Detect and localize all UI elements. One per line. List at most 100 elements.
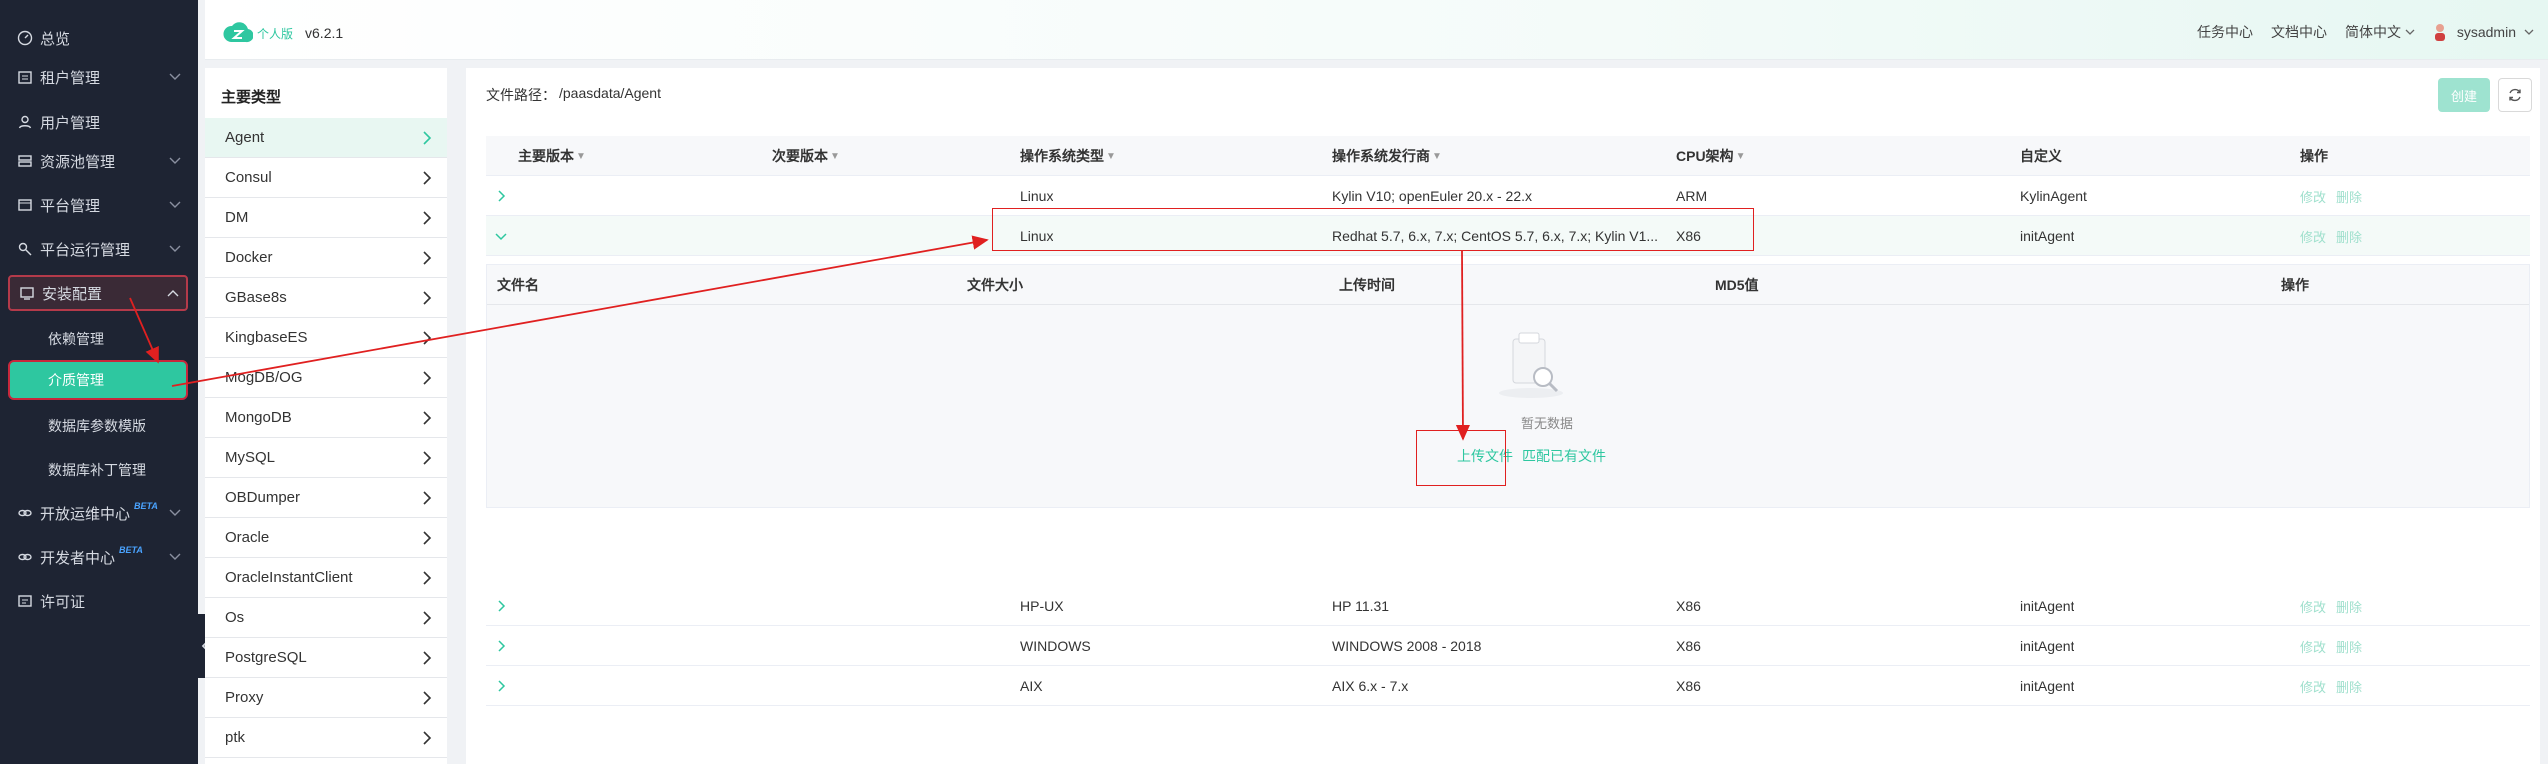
category-item[interactable]: Docker [205, 238, 447, 278]
chevron-right-icon [423, 331, 432, 345]
delete-button[interactable]: 删除 [2336, 187, 2362, 206]
chevron-right-icon[interactable] [494, 679, 508, 693]
category-item[interactable]: KingbaseES [205, 318, 447, 358]
table-row[interactable]: HP-UX HP 11.31 X86 initAgent 修改 删除 [486, 586, 2530, 626]
top-header: 个人版 v6.2.1 任务中心 文档中心 简体中文 sysadmin [205, 0, 2548, 60]
column-header[interactable]: CPU架构 ▼ [1676, 136, 1745, 176]
chevron-down-icon [2524, 29, 2534, 35]
nav-item-user[interactable]: 用户管理 [8, 104, 188, 140]
filter-icon[interactable]: ▼ [1432, 151, 1442, 162]
column-header[interactable]: 操作系统发行商 ▼ [1332, 136, 1442, 176]
user-icon [16, 113, 34, 131]
nav-sub-db-param-template[interactable]: 数据库参数模版 [48, 416, 146, 436]
category-label: DM [225, 209, 249, 226]
column-header: MD5值 [1715, 277, 1759, 293]
header-actions: 任务中心 文档中心 简体中文 sysadmin [2179, 22, 2534, 42]
nav-item-install-config[interactable]: 安装配置 [8, 275, 188, 311]
category-label: Agent [225, 129, 265, 146]
chevron-right-icon[interactable] [494, 189, 508, 203]
app-logo[interactable]: 个人版 v6.2.1 [223, 20, 343, 46]
nav-label: 用户管理 [40, 114, 101, 132]
category-item[interactable]: MongoDB [205, 398, 447, 438]
create-button[interactable]: 创建 [2438, 78, 2490, 112]
category-item[interactable]: Os [205, 598, 447, 638]
category-item[interactable]: OBDumper [205, 478, 447, 518]
refresh-button[interactable] [2498, 78, 2532, 112]
category-item[interactable]: DM [205, 198, 447, 238]
table-row[interactable]: AIX AIX 6.x - 7.x X86 initAgent 修改 删除 [486, 666, 2530, 706]
category-item[interactable]: MogDB/OG [205, 358, 447, 398]
cpu-arch-cell: X86 [1676, 228, 1701, 244]
chevron-down-icon [169, 245, 181, 252]
chevron-down-icon[interactable] [494, 229, 508, 243]
chevron-right-icon [423, 451, 432, 465]
column-header[interactable]: 主要版本 ▼ [518, 136, 586, 176]
custom-cell: initAgent [2020, 638, 2075, 654]
category-label: Consul [225, 169, 272, 186]
chevron-right-icon[interactable] [494, 639, 508, 653]
edition-badge: 个人版 [257, 26, 294, 41]
filter-icon[interactable]: ▼ [1736, 151, 1746, 162]
table-row[interactable]: Linux Redhat 5.7, 6.x, 7.x; CentOS 5.7, 6… [486, 216, 2530, 256]
filter-icon[interactable]: ▼ [1106, 151, 1116, 162]
category-item[interactable]: Proxy [205, 678, 447, 718]
nav-label: 许可证 [40, 593, 86, 611]
category-label: GBase8s [225, 289, 287, 306]
category-label: MongoDB [225, 409, 292, 426]
nav-sub-db-patch[interactable]: 数据库补丁管理 [48, 460, 146, 480]
nav-item-developer[interactable]: 开发者中心 BETA [8, 539, 188, 575]
expanded-file-table: 文件名 文件大小 上传时间 MD5值 操作 暂无数据 上传文件 匹配已有文件 [486, 264, 2530, 508]
edit-button[interactable]: 修改 [2300, 227, 2326, 246]
chevron-right-icon [423, 131, 432, 145]
nav-item-tenant[interactable]: 租户管理 [8, 59, 188, 95]
platform-icon [16, 196, 34, 214]
chevron-right-icon [423, 651, 432, 665]
table-row[interactable]: WINDOWS WINDOWS 2008 - 2018 X86 initAgent 修改… [486, 626, 2530, 666]
nav-sub-dependency[interactable]: 依赖管理 [48, 329, 104, 349]
category-item[interactable]: ptk [205, 718, 447, 758]
path-label: 文件路径： [486, 87, 556, 103]
username: sysadmin [2456, 24, 2516, 40]
resource-icon [16, 152, 34, 170]
nav-item-license[interactable]: 许可证 [8, 583, 188, 619]
doc-center-link[interactable]: 文档中心 [2271, 22, 2327, 42]
category-item[interactable]: MySQL [205, 438, 447, 478]
column-header[interactable]: 操作系统类型 ▼ [1020, 136, 1116, 176]
category-item[interactable]: Agent [205, 118, 447, 158]
nav-sub-media[interactable]: 介质管理 [8, 360, 188, 400]
edit-button[interactable]: 修改 [2300, 677, 2326, 696]
delete-button[interactable]: 删除 [2336, 677, 2362, 696]
category-label: PostgreSQL [225, 649, 307, 666]
delete-button[interactable]: 删除 [2336, 637, 2362, 656]
task-center-link[interactable]: 任务中心 [2197, 22, 2253, 42]
edit-button[interactable]: 修改 [2300, 637, 2326, 656]
user-menu[interactable]: sysadmin [2433, 23, 2534, 41]
edit-button[interactable]: 修改 [2300, 187, 2326, 206]
chevron-right-icon[interactable] [494, 599, 508, 613]
table-row[interactable]: Linux Kylin V10; openEuler 20.x - 22.x ARM… [486, 176, 2530, 216]
nav-item-open-ops[interactable]: 开放运维中心 BETA [8, 495, 188, 531]
nav-item-platform-ops[interactable]: 平台运行管理 [8, 231, 188, 267]
nav-item-platform[interactable]: 平台管理 [8, 187, 188, 223]
delete-button[interactable]: 删除 [2336, 597, 2362, 616]
filter-icon[interactable]: ▼ [576, 151, 586, 162]
nav-item-resource[interactable]: 资源池管理 [8, 143, 188, 179]
upload-file-button[interactable]: 上传文件 [1457, 446, 1513, 466]
filter-icon[interactable]: ▼ [830, 151, 840, 162]
row-actions: 修改 删除 [2300, 666, 2372, 706]
chevron-down-icon [169, 553, 181, 560]
column-header[interactable]: 次要版本 ▼ [772, 136, 840, 176]
language-select[interactable]: 简体中文 [2345, 22, 2415, 42]
category-item[interactable]: OracleInstantClient [205, 558, 447, 598]
category-item[interactable]: Oracle [205, 518, 447, 558]
match-existing-file-button[interactable]: 匹配已有文件 [1522, 446, 1606, 466]
category-item[interactable]: PostgreSQL [205, 638, 447, 678]
avatar [2434, 24, 2445, 41]
edit-button[interactable]: 修改 [2300, 597, 2326, 616]
category-item[interactable]: GBase8s [205, 278, 447, 318]
chevron-down-icon [169, 157, 181, 164]
header-label: CPU架构 [1676, 148, 1734, 164]
delete-button[interactable]: 删除 [2336, 227, 2362, 246]
category-item[interactable]: Consul [205, 158, 447, 198]
nav-item-overview[interactable]: 总览 [8, 20, 188, 56]
